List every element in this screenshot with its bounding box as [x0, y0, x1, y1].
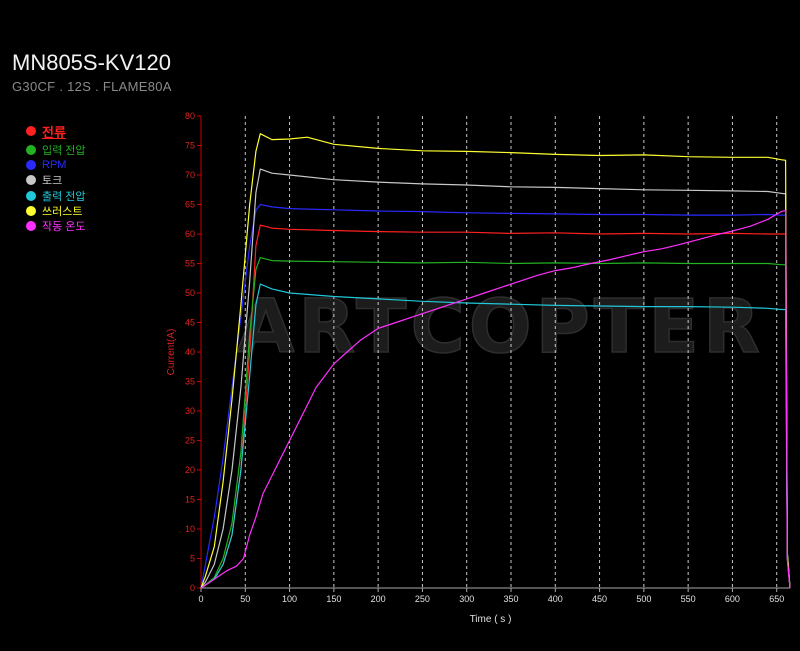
y-tick-label: 35 — [185, 377, 195, 387]
x-tick-label: 100 — [282, 594, 297, 604]
y-tick-label: 45 — [185, 318, 195, 328]
x-tick-label: 550 — [681, 594, 696, 604]
y-tick-label: 70 — [185, 170, 195, 180]
y-tick-label: 10 — [185, 524, 195, 534]
y-tick-label: 15 — [185, 495, 195, 505]
y-tick-label: 25 — [185, 436, 195, 446]
x-tick-label: 0 — [198, 594, 203, 604]
y-tick-label: 5 — [190, 554, 195, 564]
y-tick-label: 55 — [185, 259, 195, 269]
x-axis-title: Time ( s ) — [470, 614, 512, 625]
y-tick-label: 75 — [185, 141, 195, 151]
x-tick-label: 500 — [636, 594, 651, 604]
x-tick-label: 50 — [240, 594, 250, 604]
x-tick-label: 450 — [592, 594, 607, 604]
x-tick-label: 200 — [371, 594, 386, 604]
x-tick-label: 400 — [548, 594, 563, 604]
x-tick-label: 350 — [503, 594, 518, 604]
x-tick-label: 300 — [459, 594, 474, 604]
y-tick-label: 20 — [185, 465, 195, 475]
y-tick-label: 40 — [185, 347, 195, 357]
x-tick-label: 150 — [326, 594, 341, 604]
x-tick-label: 600 — [725, 594, 740, 604]
y-tick-label: 80 — [185, 111, 195, 121]
y-tick-label: 60 — [185, 229, 195, 239]
y-tick-label: 65 — [185, 200, 195, 210]
watermark-text: ARTCOPTER — [237, 284, 764, 370]
y-axis-title: Current(A) — [166, 329, 177, 376]
x-tick-label: 650 — [769, 594, 784, 604]
y-tick-label: 30 — [185, 406, 195, 416]
y-tick-label: 50 — [185, 288, 195, 298]
x-tick-label: 250 — [415, 594, 430, 604]
y-tick-label: 0 — [190, 583, 195, 593]
chart: ARTCOPTER 0 5 10 15 20 25 30 35 40 45 50 55 60 65 70 75 8… — [166, 111, 791, 625]
